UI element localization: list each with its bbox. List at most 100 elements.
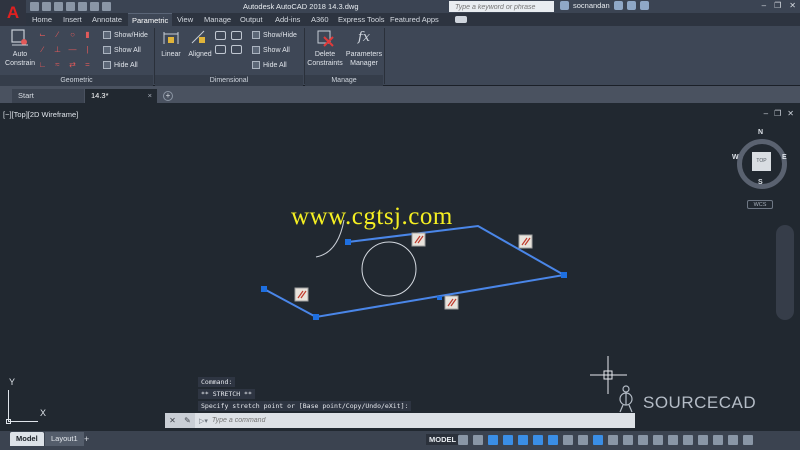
workspace-gear-icon[interactable]	[623, 435, 633, 445]
tab-output[interactable]: Output	[240, 15, 263, 24]
dim-show-hide-button[interactable]: Show/Hide	[252, 31, 297, 39]
collinear-icon[interactable]: ∕	[53, 31, 62, 39]
redo-icon[interactable]	[102, 2, 111, 11]
close-icon[interactable]: ✕	[789, 1, 796, 10]
save-as-icon[interactable]	[66, 2, 75, 11]
parallel-constraint-badge[interactable]	[444, 295, 459, 310]
concentric-icon[interactable]: ○	[68, 31, 77, 39]
hardware-acceleration-icon[interactable]	[713, 435, 723, 445]
tangent-icon[interactable]: ∟	[38, 61, 47, 69]
lock-ui-icon[interactable]	[683, 435, 693, 445]
model-space-button[interactable]: MODEL	[426, 434, 460, 445]
tab-express-tools[interactable]: Express Tools	[338, 15, 385, 24]
drawing-canvas[interactable]: [−][Top][2D Wireframe] – ❐ ✕ www.cgtsj.c…	[0, 103, 800, 431]
cart-icon[interactable]	[613, 1, 623, 10]
units-icon[interactable]	[653, 435, 663, 445]
clean-screen-icon[interactable]	[728, 435, 738, 445]
restore-icon[interactable]: ❐	[774, 1, 781, 10]
tab-home[interactable]: Home	[32, 15, 52, 24]
application-menu-button[interactable]: A	[0, 0, 26, 26]
annotation-monitor-icon[interactable]	[638, 435, 648, 445]
compass-south[interactable]: S	[758, 179, 763, 186]
search-input[interactable]	[449, 1, 554, 12]
dim-hide-all-button[interactable]: Hide All	[252, 61, 287, 69]
undo-icon[interactable]	[90, 2, 99, 11]
customize-icon[interactable]: ✎	[184, 416, 191, 425]
exchange-icon[interactable]	[626, 1, 636, 10]
add-layout-icon[interactable]: +	[84, 434, 89, 444]
dim-show-all-button[interactable]: Show All	[252, 46, 290, 54]
vertical-icon[interactable]: |	[83, 46, 92, 54]
tab-view[interactable]: View	[177, 15, 193, 24]
aligned-button[interactable]: Aligned	[186, 28, 214, 59]
new-tab-icon[interactable]: +	[163, 91, 173, 101]
snap-icon[interactable]	[473, 435, 483, 445]
compass-east[interactable]: E	[782, 154, 787, 161]
radius-icon[interactable]	[215, 31, 226, 40]
geo-hide-all-button[interactable]: Hide All	[103, 61, 138, 69]
plot-icon[interactable]	[78, 2, 87, 11]
new-file-icon[interactable]	[30, 2, 39, 11]
convert-icon[interactable]	[231, 45, 242, 54]
midpoint-grip[interactable]	[437, 296, 442, 300]
compass-west[interactable]: W	[732, 154, 739, 161]
perpendicular-icon[interactable]: ⊥	[53, 46, 62, 54]
navigation-bar[interactable]	[776, 225, 794, 320]
dimensional-group-label[interactable]: Dimensional	[155, 75, 303, 86]
command-prompt-icon[interactable]: ▷▾	[199, 417, 208, 425]
doc-tab-file[interactable]: 14.3* ×	[85, 89, 157, 103]
auto-constrain-button[interactable]: Auto Constrain	[4, 28, 36, 68]
save-icon[interactable]	[54, 2, 63, 11]
grip-point[interactable]	[261, 286, 267, 292]
parallel-constraint-badge[interactable]	[411, 232, 426, 247]
user-area[interactable]: socnandan	[560, 1, 649, 10]
manage-group-label[interactable]: Manage	[305, 75, 383, 86]
tab-parametric[interactable]: Parametric	[128, 13, 173, 26]
parallel-constraint-badge[interactable]	[518, 234, 533, 249]
customization-menu-icon[interactable]	[743, 435, 753, 445]
transparency-icon[interactable]	[578, 435, 588, 445]
isolate-objects-icon[interactable]	[698, 435, 708, 445]
delete-constraints-button[interactable]: Delete Constraints	[306, 28, 344, 68]
tab-a360[interactable]: A360	[311, 15, 329, 24]
viewcube-top-face[interactable]: TOP	[752, 152, 771, 171]
geo-show-all-button[interactable]: Show All	[103, 46, 141, 54]
parallel-constraint-badge[interactable]	[294, 287, 309, 302]
polar-icon[interactable]	[503, 435, 513, 445]
smooth-icon[interactable]: ≈	[53, 61, 62, 69]
parallel-icon[interactable]: ∕	[38, 46, 47, 54]
parameters-manager-button[interactable]: fx Parameters Manager	[344, 28, 384, 68]
open-file-icon[interactable]	[42, 2, 51, 11]
tab-annotate[interactable]: Annotate	[92, 15, 122, 24]
isodraft-icon[interactable]	[518, 435, 528, 445]
tab-insert[interactable]: Insert	[63, 15, 82, 24]
tab-featured-apps[interactable]: Featured Apps	[390, 15, 439, 24]
help-icon[interactable]	[639, 1, 649, 10]
lineweight-icon[interactable]	[563, 435, 573, 445]
close-tab-icon[interactable]: ×	[148, 91, 152, 100]
symmetric-icon[interactable]: ⇄	[68, 61, 77, 69]
command-input[interactable]	[211, 417, 592, 424]
object-snap-tracking-icon[interactable]	[533, 435, 543, 445]
grip-point[interactable]	[561, 272, 567, 278]
geo-show-hide-button[interactable]: Show/Hide	[103, 31, 148, 39]
annotation-scale-icon[interactable]	[608, 435, 618, 445]
wcs-menu[interactable]: WCS	[747, 200, 773, 209]
quick-properties-icon[interactable]	[668, 435, 678, 445]
lock-icon[interactable]: ▮	[83, 31, 92, 39]
coincident-icon[interactable]: ⌙	[38, 31, 47, 39]
minimize-icon[interactable]: –	[762, 1, 766, 10]
object-snap-icon[interactable]	[548, 435, 558, 445]
horizontal-icon[interactable]: —	[68, 46, 77, 54]
ribbon-minimize-icon[interactable]	[455, 16, 467, 23]
compass-north[interactable]: N	[758, 129, 763, 136]
diameter-icon[interactable]	[231, 31, 242, 40]
linear-button[interactable]: Linear	[158, 28, 184, 59]
equal-icon[interactable]: =	[83, 61, 92, 69]
circle-entity[interactable]	[361, 241, 417, 297]
grid-icon[interactable]	[458, 435, 468, 445]
layout-tab-layout1[interactable]: Layout1	[45, 432, 84, 446]
close-command-line-icon[interactable]: ✕	[169, 416, 176, 425]
layout-tab-model[interactable]: Model	[10, 432, 44, 446]
angular-icon[interactable]	[215, 45, 226, 54]
